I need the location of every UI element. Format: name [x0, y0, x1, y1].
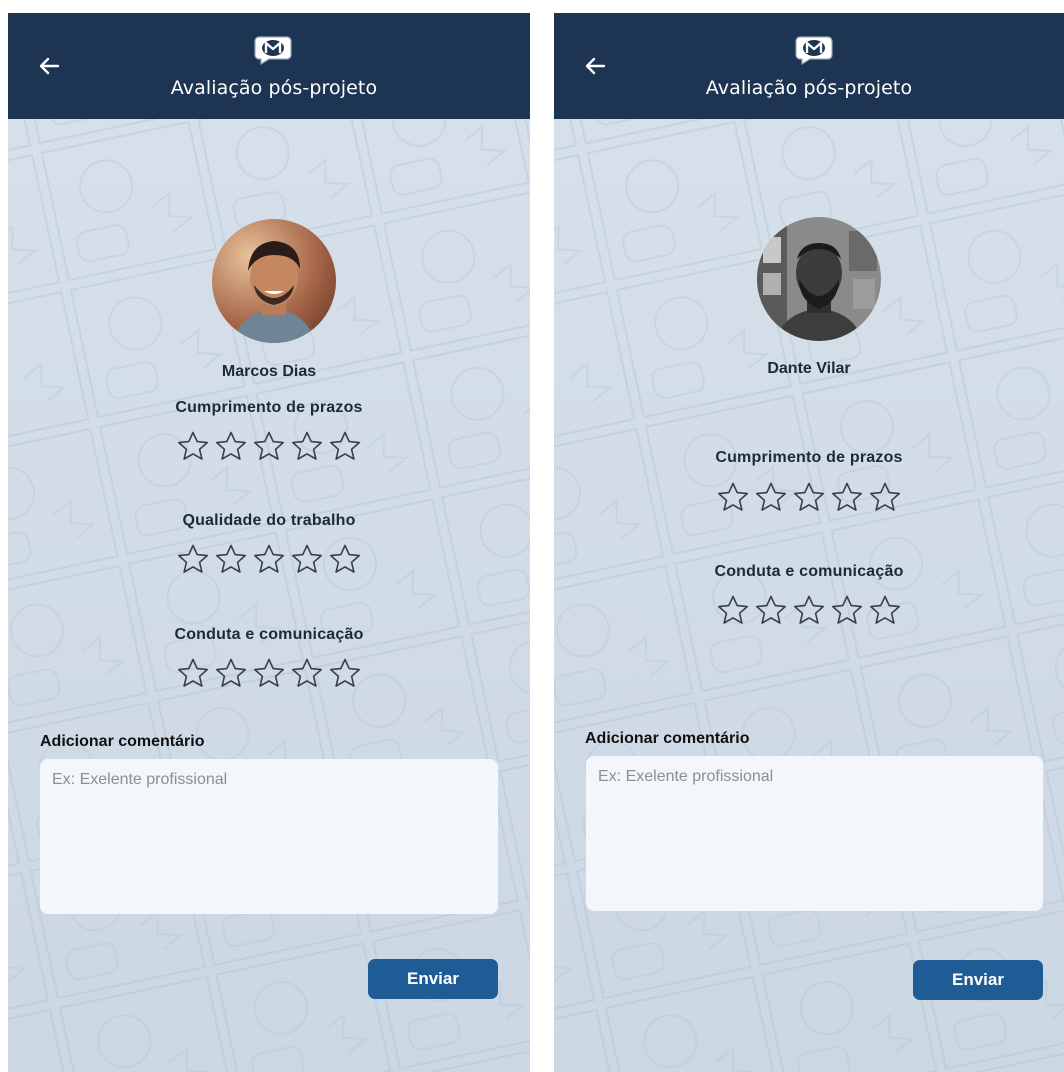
star-icon[interactable] — [213, 543, 249, 573]
criterion-label-conduct: Conduta e comunicação — [174, 626, 364, 643]
comic-background — [554, 13, 1064, 1072]
comment-label: Adicionar comentário — [40, 733, 205, 750]
header: Avaliação pós-projeto — [8, 13, 530, 119]
star-icon[interactable] — [715, 594, 751, 624]
star-icon[interactable] — [251, 543, 287, 573]
star-icon[interactable] — [327, 657, 363, 687]
app-logo-icon — [795, 36, 833, 65]
star-icon[interactable] — [753, 594, 789, 624]
star-icon[interactable] — [251, 430, 287, 460]
star-icon[interactable] — [327, 430, 363, 460]
app-logo-icon — [254, 36, 292, 65]
page-title: Avaliação pós-projeto — [705, 77, 913, 99]
comment-label: Adicionar comentário — [585, 730, 750, 747]
criterion-label-conduct: Conduta e comunicação — [714, 563, 904, 580]
star-icon[interactable] — [289, 543, 325, 573]
star-icon[interactable] — [213, 657, 249, 687]
star-rating-conduct[interactable] — [8, 657, 530, 687]
star-icon[interactable] — [251, 657, 287, 687]
comment-input[interactable] — [40, 759, 498, 914]
star-icon[interactable] — [289, 430, 325, 460]
star-icon[interactable] — [867, 594, 903, 624]
page-title: Avaliação pós-projeto — [170, 77, 378, 99]
send-button[interactable]: Enviar — [368, 959, 498, 999]
star-icon[interactable] — [867, 481, 903, 511]
star-icon[interactable] — [289, 657, 325, 687]
person-name: Marcos Dias — [221, 363, 317, 380]
criterion-label-deadlines: Cumprimento de prazos — [175, 399, 363, 416]
star-rating-deadlines[interactable] — [8, 430, 530, 460]
screen-left: Avaliação pós-projeto Marcos Dias Cumpri… — [8, 13, 530, 1072]
star-icon[interactable] — [213, 430, 249, 460]
star-icon[interactable] — [327, 543, 363, 573]
send-button[interactable]: Enviar — [913, 960, 1043, 1000]
criterion-label-work-quality: Qualidade do trabalho — [182, 512, 356, 529]
star-icon[interactable] — [175, 543, 211, 573]
star-icon[interactable] — [829, 481, 865, 511]
screen-right: Avaliação pós-projeto Dante Vilar Cumpri… — [554, 13, 1064, 1072]
star-rating-work-quality[interactable] — [8, 543, 530, 573]
star-icon[interactable] — [715, 481, 751, 511]
comment-input[interactable] — [586, 756, 1043, 911]
star-icon[interactable] — [791, 481, 827, 511]
star-icon[interactable] — [791, 594, 827, 624]
criterion-label-deadlines: Cumprimento de prazos — [715, 449, 903, 466]
star-rating-deadlines[interactable] — [554, 481, 1064, 511]
star-icon[interactable] — [753, 481, 789, 511]
avatar — [212, 219, 336, 343]
avatar — [757, 217, 881, 341]
star-icon[interactable] — [175, 657, 211, 687]
star-icon[interactable] — [175, 430, 211, 460]
header: Avaliação pós-projeto — [554, 13, 1064, 119]
person-name: Dante Vilar — [767, 360, 851, 377]
star-rating-conduct[interactable] — [554, 594, 1064, 624]
star-icon[interactable] — [829, 594, 865, 624]
